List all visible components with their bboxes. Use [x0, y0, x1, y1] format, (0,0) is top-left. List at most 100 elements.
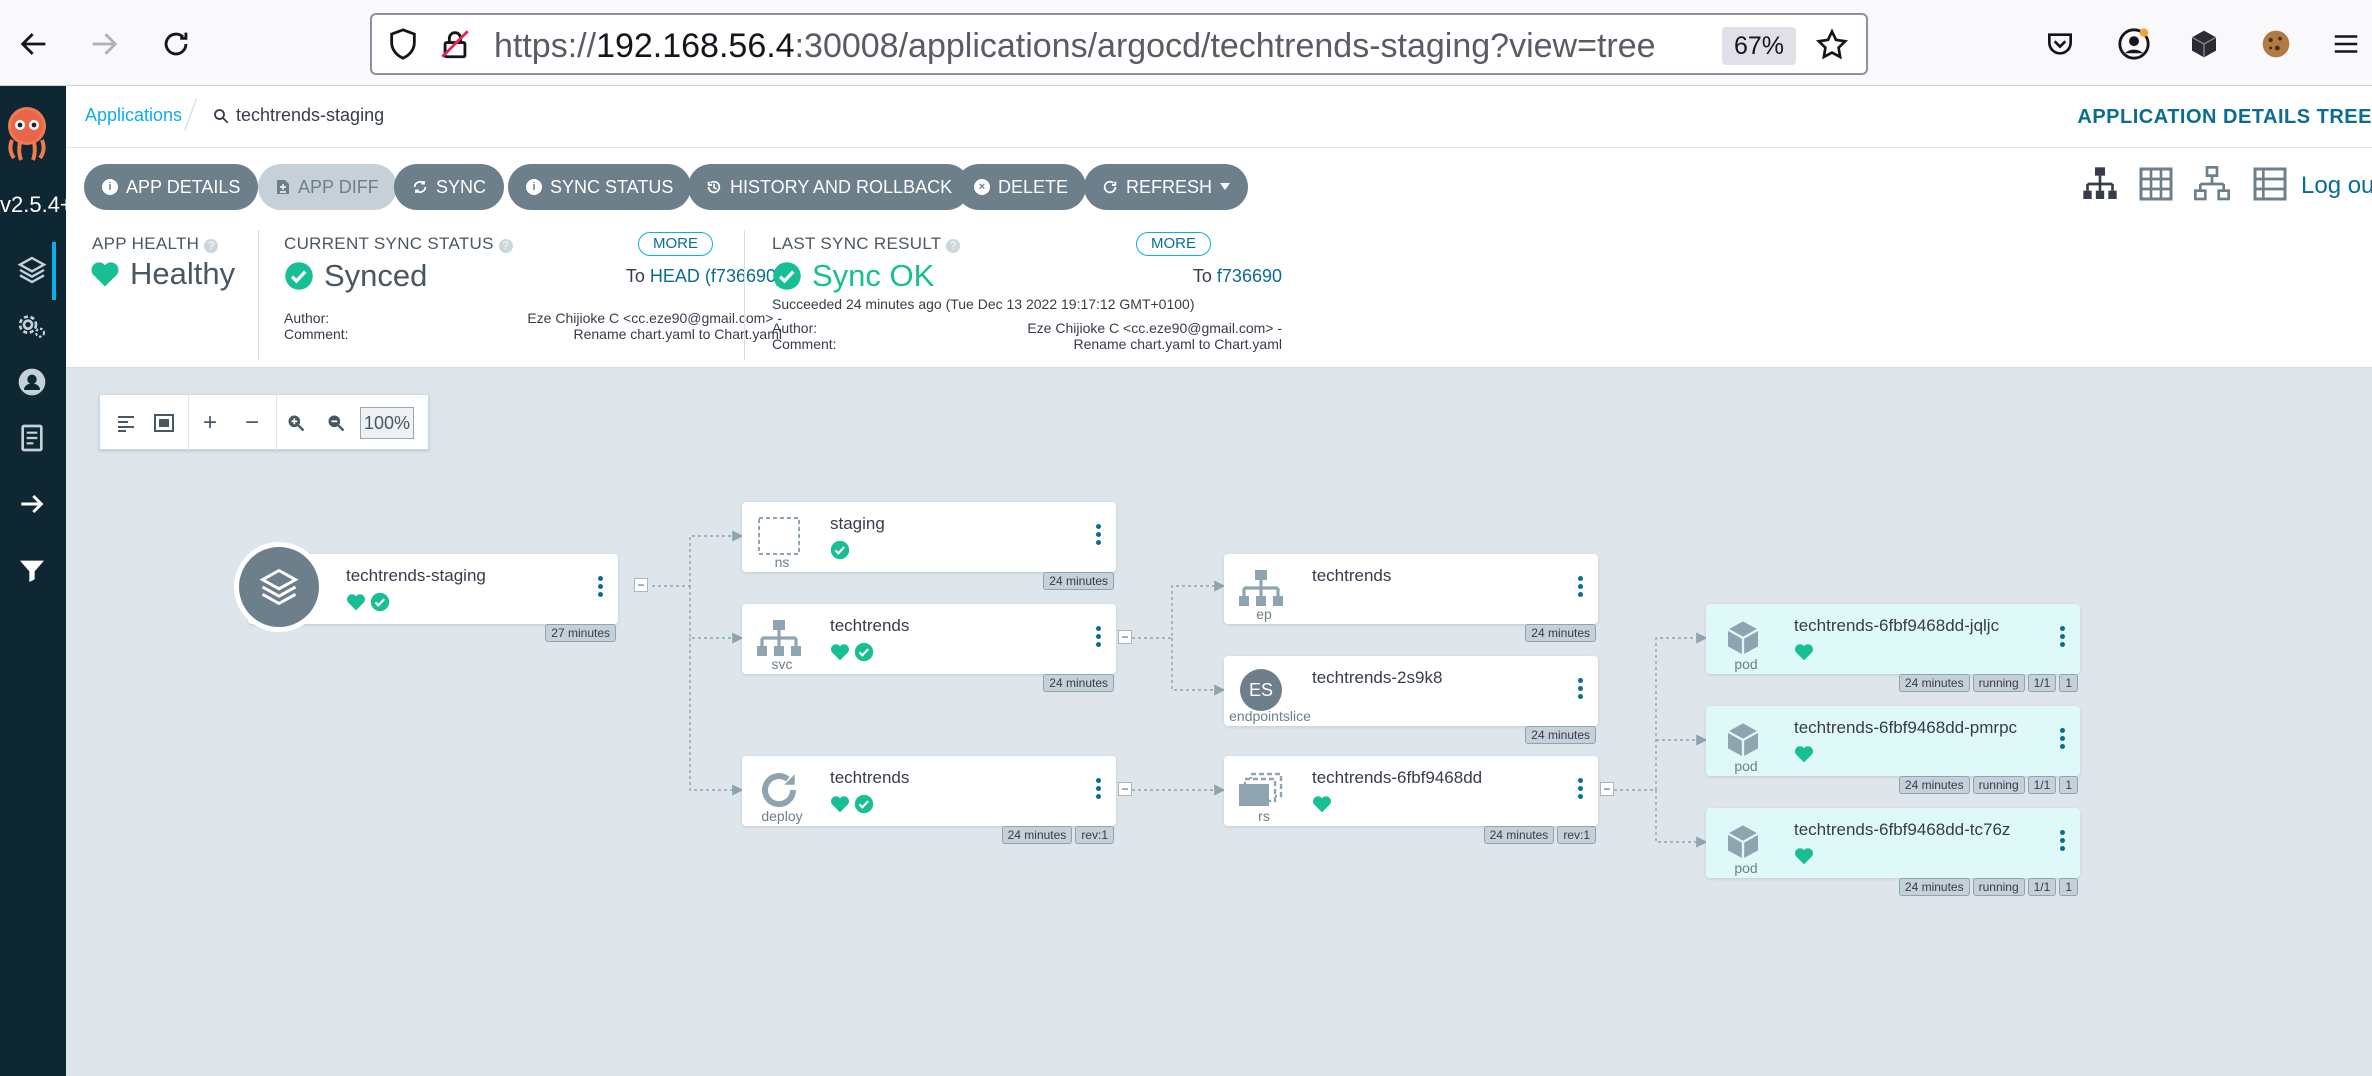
help-icon[interactable]: ? — [946, 239, 961, 253]
svc-node[interactable]: svc techtrends 24 minutes — [742, 604, 1116, 692]
zoom-level[interactable]: 67% — [1722, 27, 1796, 65]
age-tag: 24 minutes — [1483, 826, 1555, 844]
node-status — [830, 794, 874, 814]
history-rollback-button[interactable]: HISTORY AND ROLLBACK — [688, 164, 971, 210]
user-icon — [18, 368, 46, 396]
sync-more-button[interactable]: MORE — [638, 232, 713, 256]
node-tags: 24 minutes rev:1 — [1001, 826, 1114, 844]
check-circle-icon — [854, 642, 874, 662]
list-view-icon[interactable] — [2250, 164, 2290, 204]
layers-icon — [17, 256, 47, 284]
node-name: techtrends-6fbf9468dd — [1312, 768, 1483, 787]
delete-button[interactable]: × DELETE — [956, 164, 1087, 210]
sync-revision-link[interactable]: HEAD (f736690) — [650, 266, 782, 286]
sidebar-item-applications[interactable] — [8, 246, 56, 294]
pod-node[interactable]: pod techtrends-6fbf9468dd-tc76z 24 minut… — [1706, 808, 2080, 896]
deploy-node[interactable]: deploy techtrends 24 minutes rev:1 — [742, 756, 1116, 844]
sync-button[interactable]: SYNC — [394, 164, 505, 210]
age-tag: 24 minutes — [1525, 624, 1596, 642]
help-icon[interactable]: ? — [498, 239, 513, 253]
node-kind: pod — [1734, 656, 1758, 672]
ns-node[interactable]: ns staging 24 minutes — [742, 502, 1116, 590]
collapse-toggle[interactable]: − — [1118, 630, 1132, 644]
menu-hamburger-icon[interactable] — [2326, 24, 2366, 64]
back-button[interactable] — [12, 22, 56, 66]
fit-view-button[interactable] — [146, 405, 182, 441]
divider — [188, 395, 189, 451]
sidebar-item-filter[interactable] — [8, 546, 56, 594]
pods-view-icon[interactable] — [2136, 164, 2176, 204]
minus-icon: − — [244, 409, 259, 436]
breadcrumb-separator — [184, 98, 197, 132]
node-status — [830, 642, 874, 662]
sync-status-button[interactable]: i SYNC STATUS — [508, 164, 692, 210]
node-tags: 24 minutes — [1525, 624, 1596, 642]
collapse-toggle[interactable]: − — [1600, 782, 1614, 796]
app-diff-button[interactable]: APP DIFF — [258, 164, 397, 210]
logout-link[interactable]: Log out — [2301, 172, 2372, 200]
node-menu-button[interactable] — [598, 576, 604, 597]
sidebar-item-user-info[interactable] — [8, 358, 56, 406]
sidebar-item-settings[interactable] — [8, 302, 56, 350]
help-icon[interactable]: ? — [204, 239, 219, 253]
extension-cube-icon[interactable] — [2184, 24, 2224, 64]
endpointslice-node[interactable]: ES endpointslice techtrends-2s9k8 24 min… — [1224, 656, 1598, 744]
node-name: staging — [830, 514, 885, 533]
forward-button[interactable] — [82, 22, 126, 66]
check-circle-icon — [370, 592, 390, 612]
zoom-out-button[interactable] — [318, 405, 354, 441]
node-menu-button[interactable] — [2060, 728, 2066, 749]
node-menu-button[interactable] — [1578, 678, 1584, 699]
reload-button[interactable] — [154, 22, 198, 66]
age-tag: 24 minutes — [1043, 572, 1114, 590]
heart-icon — [830, 644, 850, 661]
url-text[interactable]: https://192.168.56.4:30008/applications/… — [494, 27, 1656, 66]
refresh-button[interactable]: REFRESH — [1084, 164, 1249, 210]
last-sync-comment-value: Rename chart.yaml to Chart.yaml — [1073, 336, 1282, 352]
ep-node[interactable]: ep techtrends 24 minutes — [1224, 554, 1598, 642]
last-sync-more-button[interactable]: MORE — [1136, 232, 1211, 256]
node-menu-button[interactable] — [1578, 576, 1584, 597]
node-menu-button[interactable] — [1578, 778, 1584, 799]
app-details-button[interactable]: i APP DETAILS — [84, 164, 259, 210]
expand-all-button[interactable]: + — [192, 405, 228, 441]
collapse-toggle[interactable]: − — [1118, 782, 1132, 796]
cookie-extension-icon[interactable] — [2256, 24, 2296, 64]
sidebar-item-expand[interactable] — [8, 480, 56, 528]
sidebar-item-documentation[interactable] — [8, 414, 56, 462]
endpointslice-badge: ES — [1240, 669, 1282, 711]
node-menu-button[interactable] — [2060, 830, 2066, 851]
collapse-all-button[interactable]: − — [234, 405, 270, 441]
node-menu-button[interactable] — [2060, 626, 2066, 647]
gear-icon — [18, 315, 46, 338]
node-menu-button[interactable] — [1096, 524, 1102, 545]
pocket-icon[interactable] — [2040, 24, 2080, 64]
breadcrumb-current[interactable]: techtrends-staging — [212, 105, 384, 126]
breadcrumb-applications[interactable]: Applications — [85, 105, 182, 126]
zoom-percent[interactable]: 100% — [360, 407, 414, 439]
node-kind: pod — [1734, 758, 1758, 774]
graph-toolbar: + − 100% — [99, 394, 429, 451]
pod-node[interactable]: pod techtrends-6fbf9468dd-jqljc 24 minut… — [1706, 604, 2080, 692]
pod-node[interactable]: pod techtrends-6fbf9468dd-pmrpc 24 minut… — [1706, 706, 2080, 794]
ready-tag: 1/1 — [2027, 776, 2057, 794]
argo-logo[interactable] — [2, 104, 52, 164]
network-view-icon[interactable] — [2192, 164, 2232, 204]
last-sync-revision-link[interactable]: f736690 — [1217, 266, 1282, 286]
app-node[interactable]: techtrends-staging 27 minutes — [234, 542, 618, 642]
rs-node[interactable]: rs techtrends-6fbf9468dd 24 minutes rev:1 — [1224, 756, 1598, 844]
account-icon[interactable] — [2114, 24, 2154, 64]
state-tag: running — [1972, 674, 2025, 692]
node-menu-button[interactable] — [1096, 626, 1102, 647]
tree-view-icon[interactable] — [2080, 164, 2120, 204]
address-bar[interactable]: https://192.168.56.4:30008/applications/… — [370, 13, 1868, 75]
collapse-toggle[interactable]: − — [634, 578, 648, 592]
align-left-button[interactable] — [108, 405, 144, 441]
revision-tag: rev:1 — [1557, 826, 1596, 844]
zoom-in-button[interactable] — [278, 405, 314, 441]
node-kind: svc — [771, 656, 793, 672]
bookmark-star-icon[interactable] — [1814, 27, 1850, 63]
node-menu-button[interactable] — [1096, 778, 1102, 799]
zoom-out-icon — [328, 415, 345, 432]
resource-tree: techtrends-staging 27 minutes − ns stagi… — [66, 460, 2372, 1076]
